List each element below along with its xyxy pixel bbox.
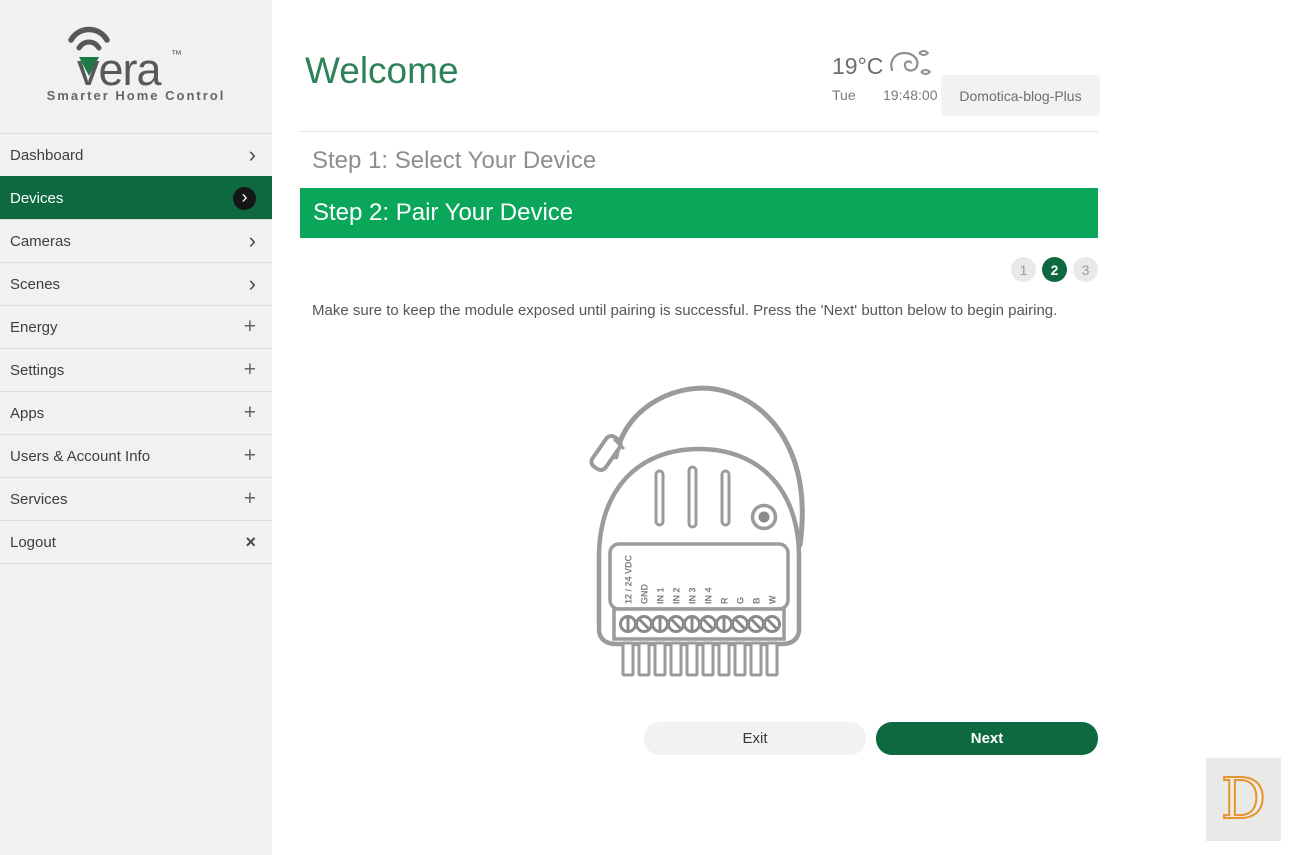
vera-logo: vera ™ Smarter Home Control	[0, 0, 272, 133]
sidebar-item-users-account-info[interactable]: Users & Account Info +	[0, 434, 272, 477]
rgbw-module-drawing: 12 / 24 VDC GND IN 1 IN 2 IN 3 IN 4 R G …	[589, 385, 805, 677]
terminal-label: B	[752, 597, 762, 604]
sidebar-item-label: Dashboard	[10, 146, 84, 164]
chevron-right-icon: ›	[248, 271, 256, 296]
device-illustration: 12 / 24 VDC GND IN 1 IN 2 IN 3 IN 4 R G …	[574, 377, 824, 692]
wizard-actions: Exit Next	[300, 722, 1098, 755]
sidebar-item-label: Cameras	[10, 232, 71, 250]
chevron-right-circle-icon: ›	[233, 186, 256, 210]
weather-temperature: 19°C	[832, 53, 884, 79]
plus-icon: +	[243, 315, 256, 338]
sidebar-menu: Dashboard › Devices › Cameras › Scenes ›…	[0, 133, 272, 564]
chevron-right-icon: ›	[248, 142, 256, 167]
wire-stubs	[621, 641, 779, 677]
page-dot-1[interactable]: 1	[1011, 257, 1036, 282]
pairing-wizard: Step 1: Select Your Device Step 2: Pair …	[300, 131, 1098, 755]
sidebar-item-label: Devices	[10, 189, 64, 207]
page-dot-2-active[interactable]: 2	[1042, 257, 1067, 282]
weather-time: 19:48:00	[883, 87, 938, 103]
weather-day: Tue	[832, 87, 856, 103]
exit-button[interactable]: Exit	[644, 722, 866, 755]
plus-icon: +	[243, 358, 256, 381]
sidebar-item-label: Settings	[10, 361, 65, 379]
terminal-label: W	[768, 595, 778, 604]
plus-icon: +	[243, 487, 256, 510]
page-dot-3[interactable]: 3	[1073, 257, 1098, 282]
sidebar-item-apps[interactable]: Apps +	[0, 391, 272, 434]
close-icon: ×	[245, 531, 256, 552]
sidebar-item-dashboard[interactable]: Dashboard ›	[0, 133, 272, 176]
logo-tagline: Smarter Home Control	[46, 88, 226, 103]
sidebar-item-scenes[interactable]: Scenes ›	[0, 262, 272, 305]
terminal-label: IN 1	[656, 587, 666, 604]
next-button[interactable]: Next	[876, 722, 1098, 755]
sidebar-item-label: Energy	[10, 318, 58, 336]
main-content: Welcome 19°C Tue 19:48:00 Domotica-blog-…	[272, 0, 1300, 855]
terminal-label: R	[720, 597, 730, 604]
terminal-label: GND	[640, 584, 650, 605]
plus-icon: +	[243, 401, 256, 424]
terminal-label: 12 / 24 VDC	[624, 554, 634, 604]
logo-wordmark: vera	[77, 44, 163, 92]
plus-icon: +	[243, 444, 256, 467]
sidebar-item-label: Services	[10, 490, 68, 508]
terminal-label: G	[736, 597, 746, 604]
step2-heading: Step 2: Pair Your Device	[300, 188, 1098, 238]
watermark-letter: D	[1220, 766, 1267, 832]
wizard-pagination: 1 2 3	[300, 257, 1098, 282]
sidebar-item-devices[interactable]: Devices ›	[0, 176, 272, 219]
sidebar-item-energy[interactable]: Energy +	[0, 305, 272, 348]
sidebar-item-label: Users & Account Info	[10, 447, 151, 465]
sidebar-item-label: Scenes	[10, 275, 61, 293]
terminal-label: IN 4	[704, 587, 714, 604]
chevron-right-icon: ›	[248, 228, 256, 253]
header: Welcome 19°C Tue 19:48:00 Domotica-blog-…	[272, 0, 1300, 131]
sidebar: vera ™ Smarter Home Control Dashboard › …	[0, 0, 272, 855]
domotica-watermark-badge: D	[1206, 758, 1281, 841]
vera-logo-icon: vera ™	[67, 26, 182, 92]
sidebar-item-settings[interactable]: Settings +	[0, 348, 272, 391]
sidebar-item-label: Apps	[10, 404, 45, 422]
pairing-instruction: Make sure to keep the module exposed unt…	[312, 302, 1058, 319]
sidebar-item-cameras[interactable]: Cameras ›	[0, 219, 272, 262]
step1-heading[interactable]: Step 1: Select Your Device	[312, 147, 1098, 175]
sidebar-item-logout[interactable]: Logout ×	[0, 520, 272, 563]
logo-trademark: ™	[171, 49, 182, 61]
sidebar-item-label: Logout	[10, 533, 56, 551]
sidebar-item-services[interactable]: Services +	[0, 477, 272, 520]
page-title: Welcome	[305, 50, 459, 91]
controller-name-button[interactable]: Domotica-blog-Plus	[941, 75, 1100, 116]
antenna-cap	[589, 434, 623, 472]
terminal-label: IN 3	[688, 587, 698, 604]
terminal-label: IN 2	[672, 587, 682, 604]
wind-swirl-icon	[890, 50, 932, 75]
